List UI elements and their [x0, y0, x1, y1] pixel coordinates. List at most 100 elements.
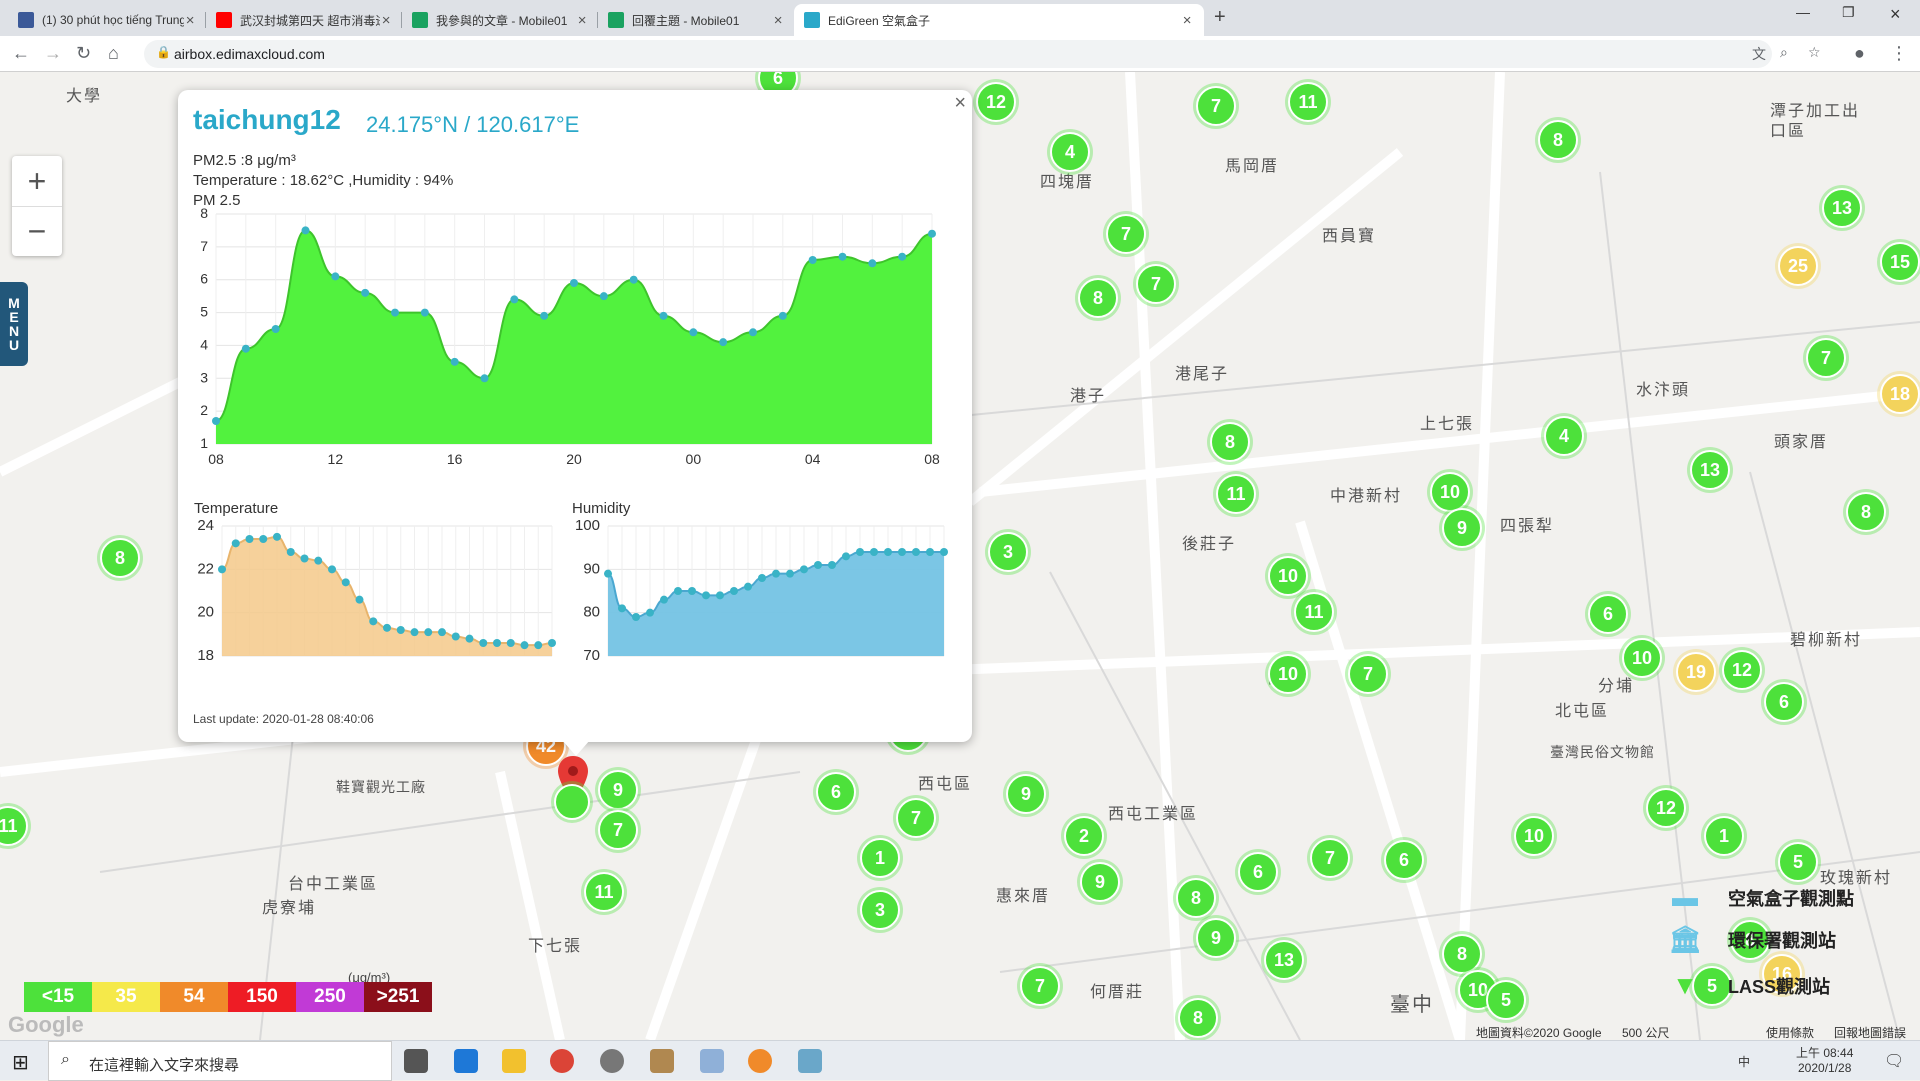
airbox-marker[interactable]: 11: [1288, 82, 1328, 122]
airbox-marker[interactable]: 5: [1486, 980, 1526, 1020]
airbox-marker[interactable]: 6: [1764, 682, 1804, 722]
airbox-marker[interactable]: 12: [1646, 788, 1686, 828]
app-icon[interactable]: [600, 1049, 624, 1073]
taskbar-search[interactable]: ⌕ 在這裡輸入文字來搜尋: [48, 1041, 392, 1081]
airbox-marker[interactable]: 8: [1078, 278, 1118, 318]
zoom-in-button[interactable]: +: [12, 156, 62, 206]
airbox-marker[interactable]: 4: [1544, 416, 1584, 456]
bookmark-star-icon[interactable]: ☆: [1808, 44, 1821, 61]
airbox-marker[interactable]: 8: [1538, 120, 1578, 160]
ime-indicator[interactable]: 中: [1738, 1053, 1750, 1070]
airbox-marker[interactable]: 6: [1238, 852, 1278, 892]
airbox-marker[interactable]: 11: [1294, 592, 1334, 632]
airbox-marker[interactable]: 10: [1268, 556, 1308, 596]
airbox-marker[interactable]: 8: [1210, 422, 1250, 462]
airbox-marker[interactable]: 18: [1880, 374, 1920, 414]
close-icon[interactable]: ×: [380, 12, 392, 29]
airbox-marker[interactable]: 7: [1020, 966, 1060, 1006]
airbox-marker[interactable]: 15: [1880, 242, 1920, 282]
airbox-marker[interactable]: 1: [860, 838, 900, 878]
close-window-icon[interactable]: ×: [1890, 4, 1901, 25]
lass-marker[interactable]: 3: [988, 532, 1028, 572]
airbox-marker[interactable]: 12: [1722, 650, 1762, 690]
clock-date[interactable]: 2020/1/28: [1798, 1061, 1851, 1075]
blender-icon[interactable]: [748, 1049, 772, 1073]
minimize-icon[interactable]: —: [1796, 4, 1810, 20]
airbox-marker[interactable]: 7: [598, 810, 638, 850]
airbox-marker[interactable]: 13: [1822, 188, 1862, 228]
chrome-icon[interactable]: [550, 1049, 574, 1073]
airbox-marker[interactable]: 7: [1348, 654, 1388, 694]
menu-button[interactable]: MENU: [0, 282, 28, 366]
forward-icon[interactable]: →: [44, 43, 62, 64]
airbox-marker[interactable]: 10: [1514, 816, 1554, 856]
close-icon[interactable]: ×: [184, 12, 196, 29]
close-icon[interactable]: ×: [1180, 12, 1194, 29]
zoom-icon[interactable]: ⌕: [1780, 44, 1788, 61]
airbox-marker[interactable]: 3: [860, 890, 900, 930]
zoom-out-button[interactable]: −: [12, 206, 62, 256]
home-icon[interactable]: ⌂: [108, 43, 119, 64]
edge-icon[interactable]: [454, 1049, 478, 1073]
airbox-marker[interactable]: 13: [1690, 450, 1730, 490]
airbox-marker[interactable]: 2: [1064, 816, 1104, 856]
url-field[interactable]: 🔒 airbox.edimaxcloud.com 文 ⌕ ☆: [144, 40, 1821, 68]
airbox-marker[interactable]: 8: [100, 538, 140, 578]
airbox-marker[interactable]: 13: [1264, 940, 1304, 980]
airbox-marker[interactable]: 1: [1704, 816, 1744, 856]
app-icon[interactable]: [700, 1049, 724, 1073]
airbox-marker[interactable]: 10: [1268, 654, 1308, 694]
airbox-marker[interactable]: 9: [1196, 918, 1236, 958]
clock-time[interactable]: 上午 08:44: [1796, 1044, 1853, 1061]
airbox-marker[interactable]: 6: [1384, 840, 1424, 880]
airbox-marker[interactable]: 7: [896, 798, 936, 838]
airbox-marker[interactable]: 8: [1176, 878, 1216, 918]
airbox-marker[interactable]: 10: [1430, 472, 1470, 512]
airbox-marker[interactable]: 9: [598, 770, 638, 810]
airbox-marker[interactable]: 8: [1178, 998, 1218, 1038]
airbox-marker[interactable]: 5: [1778, 842, 1818, 882]
airbox-marker[interactable]: 6: [1588, 594, 1628, 634]
profile-icon[interactable]: ●: [1854, 43, 1865, 64]
popup-close-button[interactable]: ×: [954, 92, 966, 115]
airbox-marker[interactable]: 12: [976, 82, 1016, 122]
back-icon[interactable]: ←: [12, 43, 30, 64]
airbox-marker[interactable]: 11: [1216, 474, 1256, 514]
airbox-marker[interactable]: 7: [1136, 264, 1176, 304]
windows-start-icon[interactable]: ⊞: [12, 1050, 29, 1075]
tab-2[interactable]: 武汉封城第四天 超市消毒进不去 ×: [206, 4, 402, 36]
app-icon[interactable]: [798, 1049, 822, 1073]
airbox-marker[interactable]: 8: [1846, 492, 1886, 532]
airbox-marker[interactable]: 6: [816, 772, 856, 812]
airbox-marker[interactable]: 9: [1442, 508, 1482, 548]
tab-1[interactable]: (1) 30 phút học tiếng Trung mỗi ×: [8, 4, 206, 36]
notification-icon[interactable]: 🗨: [1884, 1051, 1904, 1071]
close-icon[interactable]: ×: [772, 12, 784, 29]
report-map-error-link[interactable]: 回報地圖錯誤: [1834, 1024, 1906, 1040]
airbox-marker-selected[interactable]: [554, 784, 590, 820]
airbox-marker[interactable]: 4: [1050, 132, 1090, 172]
terms-link[interactable]: 使用條款: [1766, 1024, 1814, 1040]
airbox-marker[interactable]: 25: [1778, 246, 1818, 286]
airbox-marker[interactable]: 7: [1310, 838, 1350, 878]
airbox-marker[interactable]: 19: [1676, 652, 1716, 692]
airbox-marker[interactable]: 11: [584, 872, 624, 912]
file-explorer-icon[interactable]: [502, 1049, 526, 1073]
airbox-marker[interactable]: 9: [1006, 774, 1046, 814]
restore-icon[interactable]: ❐: [1842, 4, 1855, 21]
airbox-marker[interactable]: 7: [1106, 214, 1146, 254]
tab-3[interactable]: 我參與的文章 - Mobile01 ×: [402, 4, 598, 36]
airbox-marker[interactable]: 10: [1622, 638, 1662, 678]
tab-4[interactable]: 回覆主題 - Mobile01 ×: [598, 4, 794, 36]
task-view-icon[interactable]: [404, 1049, 428, 1073]
airbox-marker[interactable]: 7: [1196, 86, 1236, 126]
airbox-marker[interactable]: 9: [1080, 862, 1120, 902]
more-menu-icon[interactable]: ⋮: [1890, 43, 1908, 64]
airbox-marker[interactable]: 7: [1806, 338, 1846, 378]
new-tab-button[interactable]: +: [1214, 6, 1226, 29]
airbox-marker[interactable]: 8: [1442, 934, 1482, 974]
close-icon[interactable]: ×: [576, 12, 588, 29]
app-icon[interactable]: [650, 1049, 674, 1073]
reload-icon[interactable]: ↻: [76, 43, 91, 64]
translate-icon[interactable]: 文: [1752, 44, 1766, 64]
